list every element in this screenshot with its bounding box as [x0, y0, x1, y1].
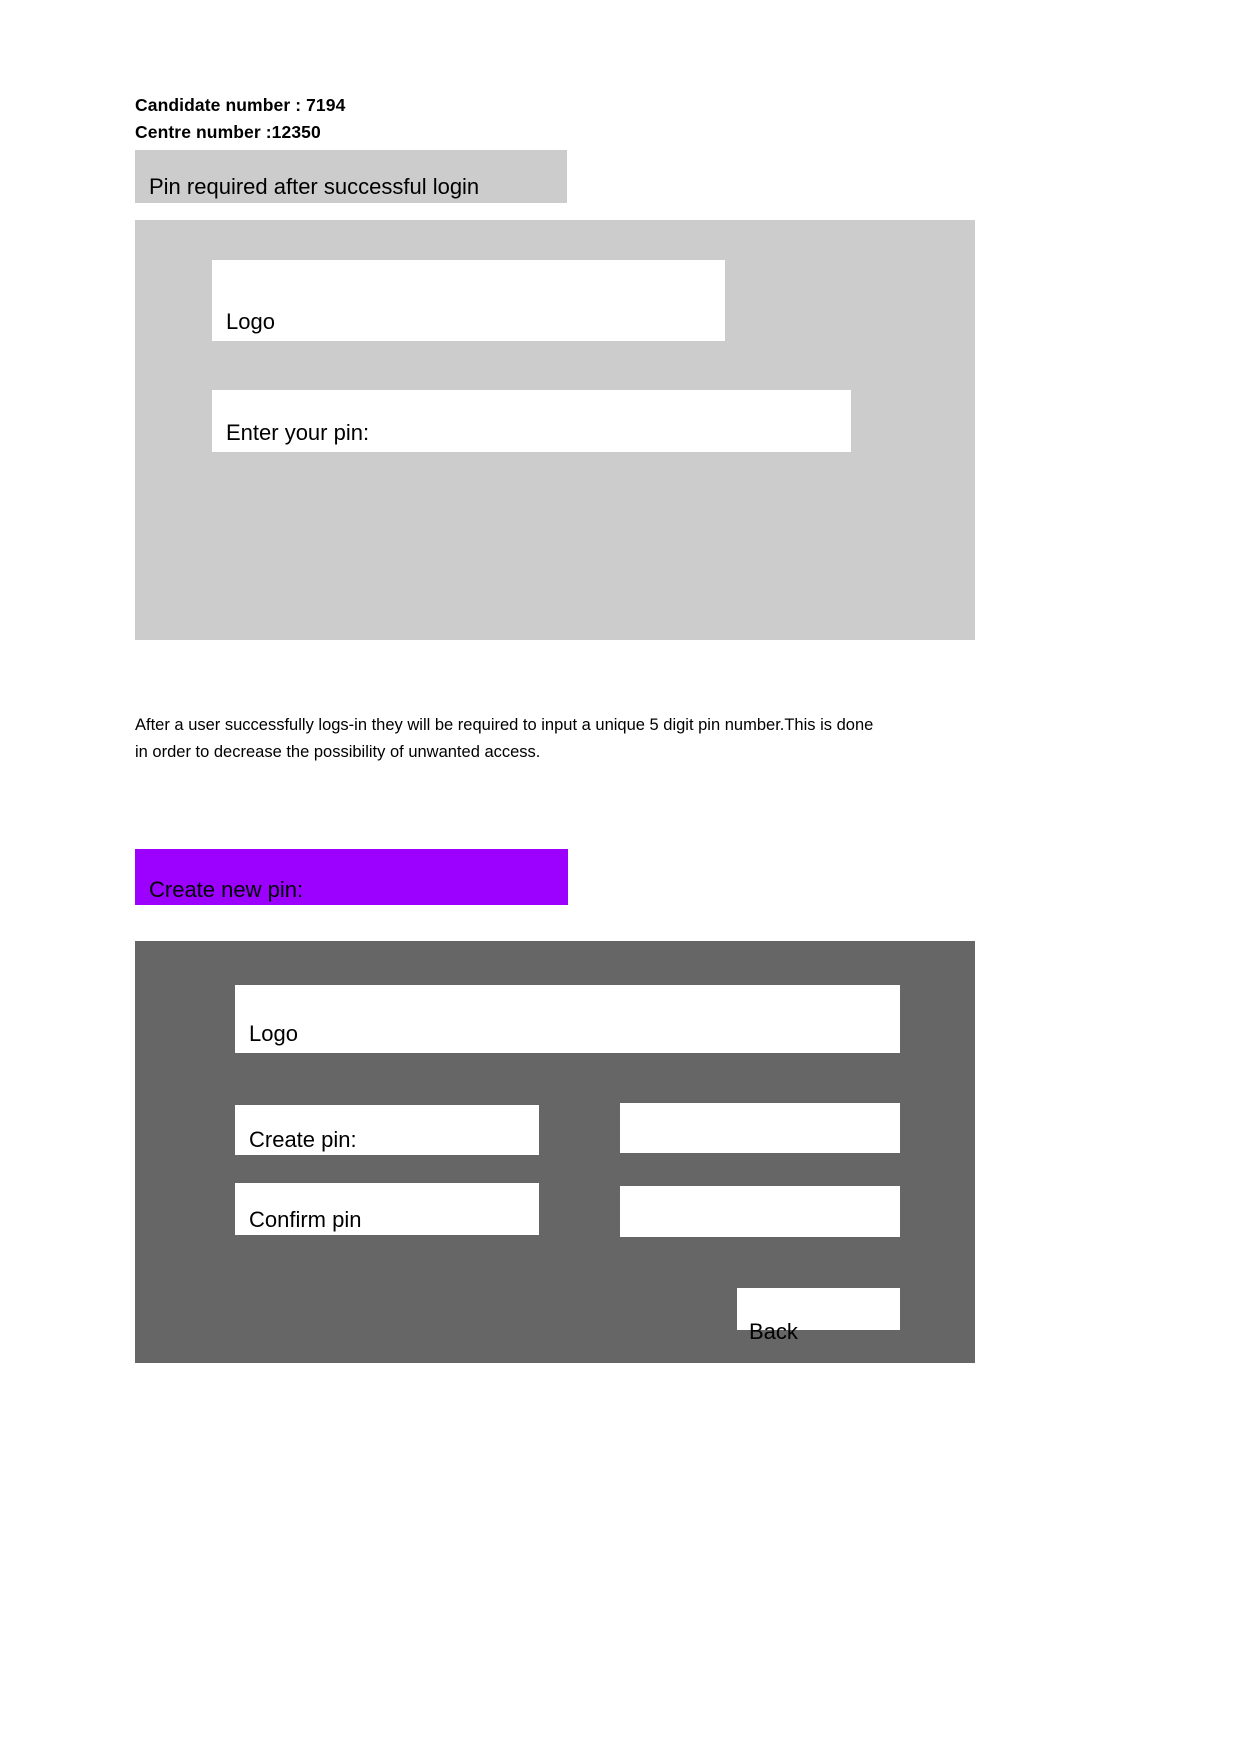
- enter-pin-label: Enter your pin:: [226, 420, 370, 445]
- create-pin-input[interactable]: [620, 1103, 900, 1153]
- section-one-title-bar: Pin required after successful login: [135, 150, 567, 203]
- back-button-label: Back: [749, 1319, 798, 1344]
- centre-number-line: Centre number :12350: [135, 122, 321, 142]
- description-paragraph: After a user successfully logs-in they w…: [135, 716, 874, 761]
- create-pin-label: Create pin:: [249, 1127, 357, 1152]
- logo-label-one: Logo: [226, 309, 275, 334]
- logo-label-two: Logo: [249, 1021, 298, 1046]
- logo-placeholder-two: Logo: [235, 985, 900, 1053]
- exam-identification-block: Candidate number : 7194 Centre number :1…: [135, 92, 345, 146]
- document-page: Candidate number : 7194 Centre number :1…: [0, 0, 1241, 1754]
- section-two-title: Create new pin:: [149, 877, 304, 902]
- create-pin-screen-mockup: Logo Create pin: Confirm pin Back: [135, 941, 975, 1363]
- section-one-title: Pin required after successful login: [149, 174, 480, 199]
- logo-placeholder-one: Logo: [212, 260, 725, 341]
- create-pin-label-box: Create pin:: [235, 1105, 539, 1155]
- candidate-number-line: Candidate number : 7194: [135, 95, 346, 115]
- confirm-pin-label: Confirm pin: [249, 1207, 362, 1232]
- back-button[interactable]: Back: [737, 1288, 900, 1344]
- pin-entry-screen-mockup: Logo Enter your pin:: [135, 220, 975, 640]
- enter-pin-field[interactable]: Enter your pin:: [212, 390, 851, 452]
- section-two-title-bar: Create new pin:: [135, 849, 568, 905]
- confirm-pin-label-box: Confirm pin: [235, 1183, 539, 1235]
- confirm-pin-input[interactable]: [620, 1186, 900, 1237]
